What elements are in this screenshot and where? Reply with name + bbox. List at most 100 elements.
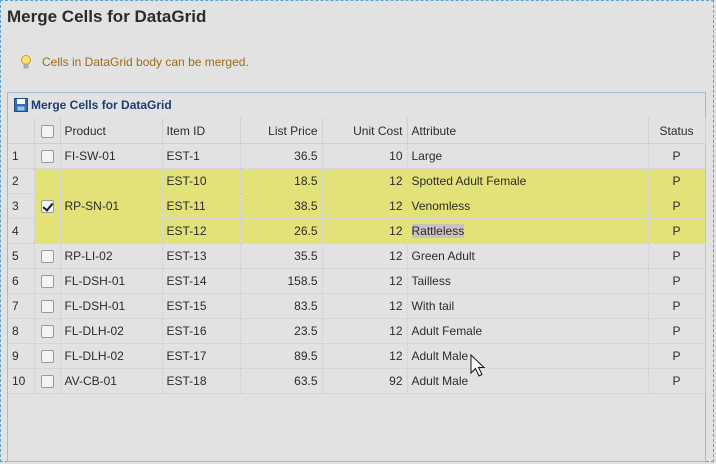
cell-item-id: EST-10 <box>162 168 241 194</box>
cell-attribute: Large <box>407 143 649 169</box>
column-header-item-id[interactable]: Item ID <box>162 118 241 144</box>
cell-status: P <box>648 143 706 169</box>
cell-product: RP-LI-02 <box>60 243 163 269</box>
cell-list-price: 36.5 <box>240 143 323 169</box>
row-select[interactable] <box>34 343 61 369</box>
row-number: 4 <box>8 218 35 244</box>
row-number: 3 <box>8 193 35 219</box>
cell-unit-cost: 12 <box>322 293 408 319</box>
lightbulb-icon <box>21 55 31 69</box>
table-row[interactable]: 10 AV-CB-01 EST-18 63.5 92 Adult Male P <box>8 368 706 394</box>
row-number: 10 <box>8 368 35 394</box>
row-checkbox[interactable] <box>40 300 54 314</box>
column-header-unit-cost[interactable]: Unit Cost <box>322 118 408 144</box>
row-select[interactable] <box>34 143 61 169</box>
row-checkbox[interactable] <box>40 325 54 339</box>
column-header-list-price[interactable]: List Price <box>240 118 323 144</box>
merged-row-select[interactable] <box>34 168 61 244</box>
cell-item-id: EST-18 <box>162 368 241 394</box>
row-select[interactable] <box>34 368 61 394</box>
row-checkbox[interactable] <box>40 150 54 164</box>
datagrid: Product Item ID List Price Unit Cost Att… <box>8 118 706 461</box>
hint-message: Cells in DataGrid body can be merged. <box>20 53 249 71</box>
cell-status: P <box>648 343 706 369</box>
cell-status: P <box>648 218 706 244</box>
cell-attribute: Adult Male <box>407 368 649 394</box>
header-rownum <box>8 118 35 144</box>
cell-attribute: Spotted Adult Female <box>407 168 649 194</box>
cell-attribute: Green Adult <box>407 243 649 269</box>
cell-list-price: 35.5 <box>240 243 323 269</box>
table-row[interactable]: 9 FL-DLH-02 EST-17 89.5 12 Adult Male P <box>8 343 706 369</box>
cell-item-id: EST-16 <box>162 318 241 344</box>
cell-list-price: 38.5 <box>240 193 323 219</box>
row-number: 5 <box>8 243 35 269</box>
row-number: 9 <box>8 343 35 369</box>
cell-product: AV-CB-01 <box>60 368 163 394</box>
table-row[interactable]: 6 FL-DSH-01 EST-14 158.5 12 Tailless P <box>8 268 706 294</box>
cell-unit-cost: 12 <box>322 168 408 194</box>
panel-title: Merge Cells for DataGrid <box>31 98 172 112</box>
cell-product: FL-DSH-01 <box>60 293 163 319</box>
cell-attribute: Rattleless <box>407 218 649 244</box>
cell-unit-cost: 10 <box>322 143 408 169</box>
cell-product: FL-DLH-02 <box>60 343 163 369</box>
row-checkbox[interactable] <box>40 275 54 289</box>
cell-attribute: Adult Male <box>407 343 649 369</box>
column-header-attribute[interactable]: Attribute <box>407 118 649 144</box>
cell-product: FL-DSH-01 <box>60 268 163 294</box>
cell-list-price: 26.5 <box>240 218 323 244</box>
cell-list-price: 89.5 <box>240 343 323 369</box>
row-select[interactable] <box>34 293 61 319</box>
cell-unit-cost: 12 <box>322 193 408 219</box>
column-header-status[interactable]: Status <box>648 118 706 144</box>
row-number: 7 <box>8 293 35 319</box>
cell-status: P <box>648 368 706 394</box>
table-row[interactable]: 7 FL-DSH-01 EST-15 83.5 12 With tail P <box>8 293 706 319</box>
row-checkbox[interactable] <box>40 250 54 264</box>
cell-item-id: EST-13 <box>162 243 241 269</box>
cell-attribute: Venomless <box>407 193 649 219</box>
floppy-disk-icon <box>14 98 28 112</box>
row-select[interactable] <box>34 268 61 294</box>
row-number: 1 <box>8 143 35 169</box>
row-select[interactable] <box>34 243 61 269</box>
datagrid-table: Product Item ID List Price Unit Cost Att… <box>8 118 706 394</box>
merged-row-checkbox[interactable] <box>40 200 54 214</box>
cell-attribute: With tail <box>407 293 649 319</box>
table-row[interactable]: 2 RP-SN-01 EST-10 18.5 12 Spotted Adult … <box>8 168 706 244</box>
table-row[interactable]: 5 RP-LI-02 EST-13 35.5 12 Green Adult P <box>8 243 706 269</box>
cell-item-id: EST-11 <box>162 193 241 219</box>
cell-item-id: EST-17 <box>162 343 241 369</box>
cell-list-price: 83.5 <box>240 293 323 319</box>
row-select[interactable] <box>34 318 61 344</box>
row-checkbox[interactable] <box>40 350 54 364</box>
cell-unit-cost: 12 <box>322 318 408 344</box>
table-row[interactable]: 8 FL-DLH-02 EST-16 23.5 12 Adult Female … <box>8 318 706 344</box>
cell-status: P <box>648 318 706 344</box>
cell-item-id: EST-14 <box>162 268 241 294</box>
row-checkbox[interactable] <box>40 375 54 389</box>
select-all-checkbox[interactable] <box>40 124 54 138</box>
cell-status: P <box>648 193 706 219</box>
table-row[interactable]: 1 FI-SW-01 EST-1 36.5 10 Large P <box>8 143 706 169</box>
row-number: 8 <box>8 318 35 344</box>
hint-text: Cells in DataGrid body can be merged. <box>42 55 249 69</box>
cell-item-id: EST-12 <box>162 218 241 244</box>
cell-item-id: EST-15 <box>162 293 241 319</box>
panel-header: Merge Cells for DataGrid <box>8 93 705 117</box>
cell-unit-cost: 92 <box>322 368 408 394</box>
cell-status: P <box>648 168 706 194</box>
row-number: 6 <box>8 268 35 294</box>
cell-status: P <box>648 268 706 294</box>
row-number: 2 <box>8 168 35 194</box>
header-select-all[interactable] <box>34 118 61 144</box>
cell-status: P <box>648 293 706 319</box>
column-header-product[interactable]: Product <box>60 118 163 144</box>
cell-unit-cost: 12 <box>322 343 408 369</box>
highlighted-text: Rattleless <box>411 224 465 238</box>
cell-unit-cost: 12 <box>322 268 408 294</box>
cell-item-id: EST-1 <box>162 143 241 169</box>
cell-list-price: 18.5 <box>240 168 323 194</box>
cell-list-price: 63.5 <box>240 368 323 394</box>
